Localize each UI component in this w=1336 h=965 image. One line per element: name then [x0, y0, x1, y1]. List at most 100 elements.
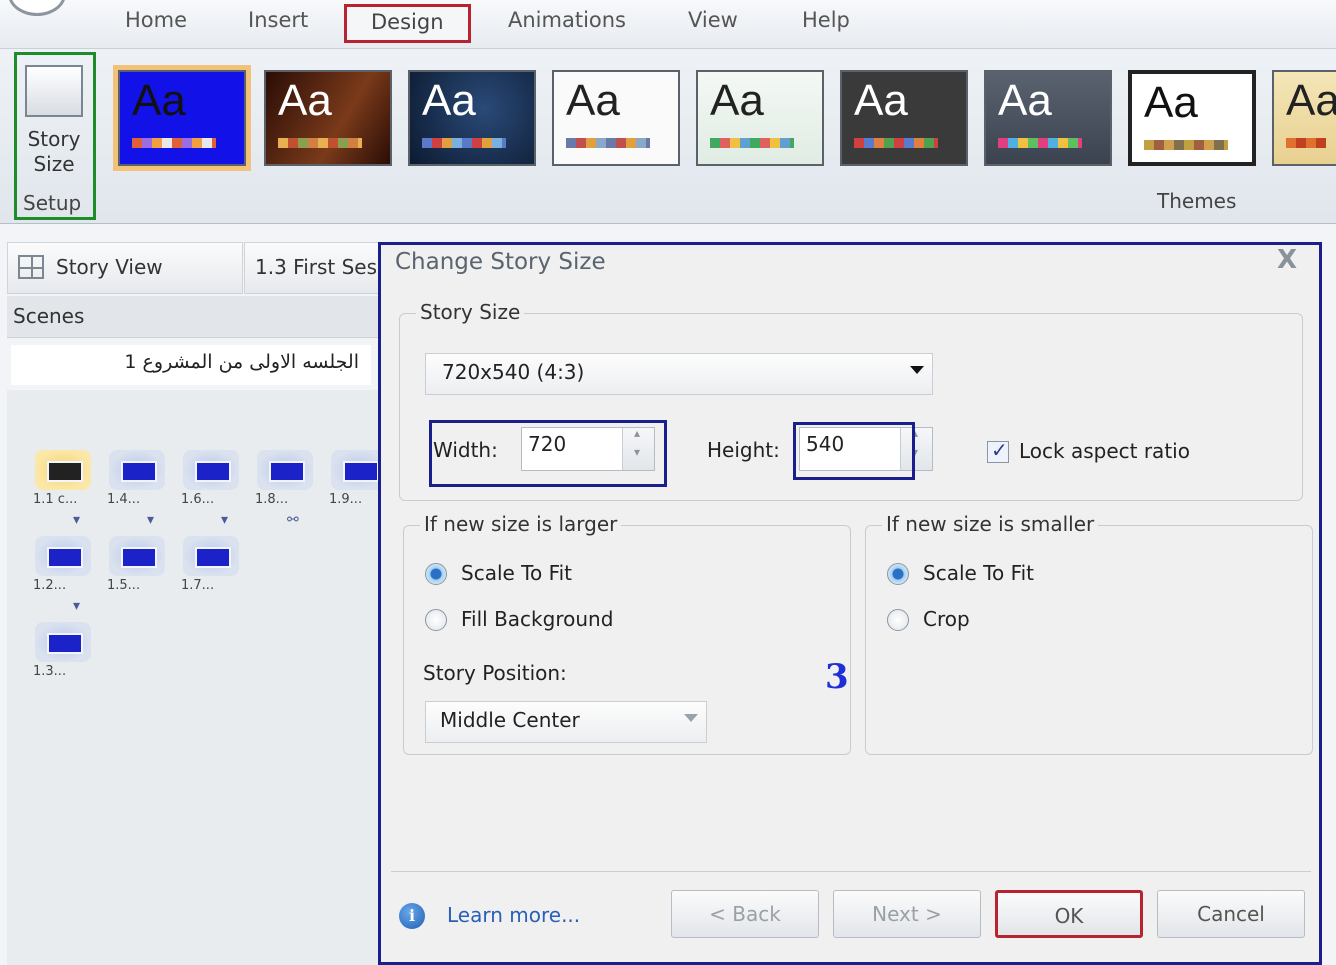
smaller-legend: If new size is smaller [882, 512, 1099, 536]
theme-thumbnail[interactable]: Aa [1272, 70, 1336, 166]
setup-group-label: Setup [23, 191, 82, 215]
branch-arrow-icon: ▾ [221, 512, 229, 528]
slide-thumbnail[interactable]: 1.6... ▾ [181, 450, 241, 528]
smaller-scale-to-fit-label: Scale To Fit [923, 561, 1035, 585]
tab-scene[interactable]: 1.3 First Ses [244, 242, 380, 294]
theme-glyph: Aa [422, 76, 476, 125]
theme-glyph: Aa [710, 76, 764, 125]
theme-color-bar [132, 138, 216, 148]
theme-thumbnail[interactable]: Aa [1128, 70, 1256, 166]
next-button[interactable]: Next > [833, 890, 981, 938]
theme-glyph: Aa [1286, 76, 1336, 125]
theme-thumbnail[interactable]: Aa [408, 70, 536, 166]
back-button[interactable]: < Back [671, 890, 819, 938]
slide-preview [183, 450, 239, 490]
lock-aspect-label: Lock aspect ratio [1019, 439, 1190, 463]
change-story-size-dialog: Change Story Size X Story Size 720x540 (… [378, 242, 1322, 965]
slide-thumbnail[interactable]: 1.7... [181, 536, 241, 593]
crop-radio[interactable] [887, 609, 909, 631]
scene-title[interactable]: الجلسه الاولى من المشروع 1 [11, 345, 371, 385]
step-annotation: 3 [825, 657, 849, 697]
chevron-down-icon [910, 366, 924, 374]
tab-home[interactable]: Home [125, 8, 187, 32]
preset-value: 720x540 (4:3) [442, 360, 585, 384]
story-size-icon [25, 65, 83, 117]
slide-thumbnail[interactable]: 1.2... ▾ [33, 536, 93, 614]
learn-more-link[interactable]: Learn more... [447, 903, 580, 927]
theme-thumbnail[interactable]: Aa [984, 70, 1112, 166]
ribbon: Story Size Setup Aa Aa Aa Aa Aa Aa Aa Aa… [0, 48, 1336, 224]
theme-color-bar [854, 138, 938, 148]
slide-preview [183, 536, 239, 576]
slide-label: 1.7... [181, 578, 215, 593]
larger-legend: If new size is larger [420, 512, 622, 536]
slide-map: 1.1 c... ▾ 1.4... ▾ 1.6... ▾ 1.8... ⚯ 1.… [7, 390, 387, 965]
smaller-scale-to-fit-radio[interactable] [887, 563, 909, 585]
theme-thumbnail[interactable]: Aa [696, 70, 824, 166]
story-view-label: Story View [56, 255, 163, 279]
scene-tab-label: 1.3 First Ses [255, 255, 378, 279]
chevron-down-icon [684, 714, 698, 722]
theme-thumbnail[interactable]: Aa [552, 70, 680, 166]
story-size-label-1: Story [27, 127, 81, 151]
slide-label: 1.5... [107, 578, 141, 593]
cancel-button[interactable]: Cancel [1157, 890, 1305, 938]
larger-scale-to-fit-label: Scale To Fit [461, 561, 573, 585]
story-position-select[interactable]: Middle Center [425, 701, 707, 743]
themes-group-label: Themes [1157, 189, 1237, 213]
slide-thumbnail[interactable]: 1.1 c... ▾ [33, 450, 93, 528]
height-label: Height: [707, 438, 780, 462]
slide-preview [109, 450, 165, 490]
height-highlight [793, 422, 915, 480]
slide-thumbnail[interactable]: 1.4... ▾ [107, 450, 167, 528]
ok-button[interactable]: OK [995, 890, 1143, 938]
tab-insert[interactable]: Insert [248, 8, 308, 32]
theme-glyph: Aa [854, 76, 908, 125]
fill-background-radio[interactable] [425, 609, 447, 631]
themes-gallery: Aa Aa Aa Aa Aa Aa Aa Aa Aa [106, 57, 1336, 183]
close-icon[interactable]: X [1277, 245, 1297, 275]
slide-thumbnail[interactable]: 1.8... ⚯ [255, 450, 315, 528]
fill-background-label: Fill Background [461, 607, 614, 631]
theme-glyph: Aa [998, 76, 1052, 125]
smaller-group: If new size is smaller [865, 512, 1313, 755]
theme-color-bar [1286, 138, 1326, 148]
theme-glyph: Aa [278, 76, 332, 125]
slide-preview [257, 450, 313, 490]
story-view-icon [18, 255, 44, 279]
story-position-value: Middle Center [440, 708, 580, 732]
story-size-button[interactable]: Story Size [23, 65, 85, 185]
slide-thumbnail[interactable]: 1.3... [33, 622, 93, 679]
theme-thumbnail[interactable]: Aa [840, 70, 968, 166]
theme-color-bar [710, 138, 794, 148]
lock-aspect-checkbox[interactable] [987, 438, 1009, 463]
slide-preview [109, 536, 165, 576]
story-position-label: Story Position: [423, 661, 567, 685]
link-icon: ⚯ [287, 512, 299, 528]
app-menu-button[interactable] [8, 0, 66, 16]
branch-arrow-icon: ▾ [147, 512, 155, 528]
tab-help[interactable]: Help [802, 8, 850, 32]
theme-color-bar [1144, 140, 1228, 150]
branch-arrow-icon: ▾ [73, 598, 81, 614]
theme-thumbnail[interactable]: Aa [113, 65, 251, 171]
tab-story-view[interactable]: Story View [7, 242, 243, 294]
larger-scale-to-fit-radio[interactable] [425, 563, 447, 585]
tab-view[interactable]: View [688, 8, 738, 32]
slide-thumbnail[interactable]: 1.5... [107, 536, 167, 593]
tab-design[interactable]: Design [344, 4, 471, 43]
dialog-title: Change Story Size [395, 249, 606, 275]
theme-color-bar [422, 138, 506, 148]
theme-thumbnail[interactable]: Aa [264, 70, 392, 166]
info-icon: i [399, 903, 425, 929]
tab-animations[interactable]: Animations [508, 8, 626, 32]
slide-label: 1.4... [107, 492, 141, 507]
slide-preview [35, 536, 91, 576]
story-size-preset-select[interactable]: 720x540 (4:3) [425, 353, 933, 395]
slide-label: 1.2... [33, 578, 67, 593]
width-highlight [429, 420, 667, 487]
footer-divider [391, 871, 1311, 872]
theme-glyph: Aa [1144, 78, 1198, 127]
slide-label: 1.8... [255, 492, 289, 507]
slide-preview [35, 622, 91, 662]
